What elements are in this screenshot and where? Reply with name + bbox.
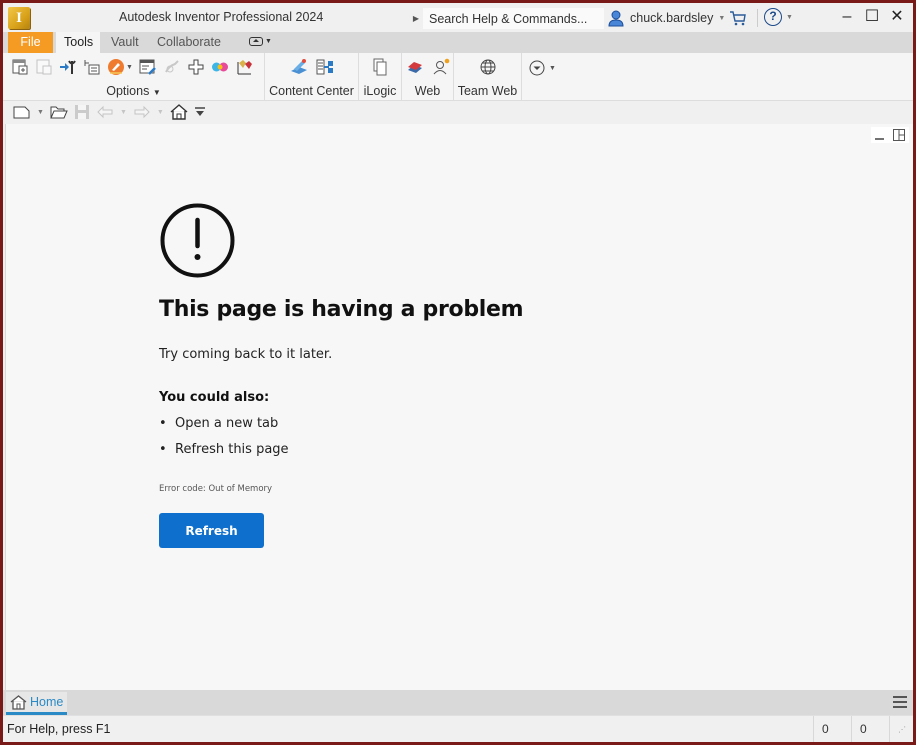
refresh-button[interactable]: Refresh (159, 513, 264, 548)
migrate-settings-icon[interactable] (59, 58, 77, 76)
status-count-2: 0 (851, 716, 889, 742)
application-options-icon[interactable] (11, 58, 29, 76)
macros-icon[interactable] (139, 58, 157, 76)
web-user-icon[interactable] (432, 58, 450, 76)
status-count-1: 0 (813, 716, 851, 742)
help-search: ▶ (409, 8, 604, 29)
circle-chevron-down-icon (529, 60, 545, 76)
content-center-label[interactable]: Content Center (265, 84, 358, 98)
minimize-panel-icon (249, 37, 263, 46)
error-exclamation-icon (160, 203, 235, 278)
customize-icon[interactable] (83, 58, 101, 76)
ilogic-label[interactable]: iLogic (359, 84, 401, 98)
new-icon[interactable] (13, 104, 31, 120)
list-item: • Open a new tab (159, 416, 279, 431)
user-name: chuck.bardsley (630, 11, 714, 25)
color-scheme-icon[interactable] (107, 58, 125, 76)
document-tab-bar: Home (3, 690, 913, 715)
ribbon-group-content-center: Content Center (265, 53, 359, 101)
tab-collaborate[interactable]: Collaborate (149, 32, 229, 53)
chevron-down-icon: ▼ (786, 13, 793, 21)
tab-file[interactable]: File (8, 32, 53, 53)
chevron-down-icon[interactable]: ▼ (120, 109, 127, 116)
search-input[interactable] (423, 8, 604, 29)
ribbon-more-menu[interactable]: ▼ (528, 59, 556, 77)
separator (757, 9, 758, 27)
minimize-button[interactable]: – (835, 6, 859, 28)
materials-icon[interactable] (235, 58, 253, 76)
redo-icon[interactable] (133, 104, 151, 120)
help-menu[interactable]: ? ▼ (764, 8, 793, 26)
open-folder-icon[interactable] (50, 104, 68, 120)
split-view-icon[interactable] (893, 129, 905, 141)
help-icon: ? (764, 8, 782, 26)
expand-arrow-icon[interactable]: ▶ (409, 14, 423, 23)
error-code: Error code: Out of Memory (159, 484, 273, 494)
title-bar: I Autodesk Inventor Professional 2024 ▶ … (3, 3, 913, 32)
undo-icon[interactable] (96, 104, 114, 120)
home-icon (10, 694, 27, 710)
chevron-down-icon: ▼ (549, 64, 556, 72)
document-controls (871, 127, 909, 143)
content-center-editor-icon[interactable] (316, 58, 334, 76)
error-subtitle: Try coming back to it later. (159, 347, 333, 362)
globe-icon[interactable] (479, 58, 497, 76)
suggestions-heading: You could also: (159, 390, 270, 405)
ilogic-icon[interactable] (371, 58, 389, 76)
cart-icon[interactable] (729, 9, 747, 27)
error-title: This page is having a problem (159, 297, 524, 322)
options-group-label[interactable]: Options ▼ (3, 84, 264, 98)
ribbon-group-team-web: Team Web (454, 53, 522, 101)
content-center-icon[interactable] (290, 58, 308, 76)
user-menu[interactable]: chuck.bardsley ▼ (607, 8, 725, 28)
resize-grip-icon[interactable]: ⋰ (889, 716, 913, 742)
web-label[interactable]: Web (402, 84, 453, 98)
web-books-icon[interactable] (406, 58, 424, 76)
list-item: • Refresh this page (159, 442, 289, 457)
ribbon: ▼ Options ▼ Content Center iLogic Web Te… (3, 53, 913, 101)
inventor-logo-icon[interactable]: I (8, 7, 30, 29)
window-title: Autodesk Inventor Professional 2024 (119, 10, 324, 24)
close-button[interactable]: ✕ (885, 6, 909, 28)
maximize-button[interactable]: ☐ (860, 6, 884, 28)
customize-toolbar-icon[interactable] (194, 106, 206, 118)
chevron-down-icon: ▼ (718, 14, 726, 22)
ribbon-group-web: Web (402, 53, 454, 101)
add-ins-icon[interactable] (163, 58, 181, 76)
ribbon-tabs: File Tools Vault Collaborate ▼ (3, 32, 913, 53)
document-settings-icon[interactable] (35, 58, 53, 76)
user-icon (608, 10, 624, 27)
home-page-content: This page is having a problem Try coming… (5, 124, 913, 690)
quick-access-toolbar: ▼ ▼ ▼ (3, 101, 913, 123)
chevron-down-icon[interactable]: ▼ (157, 109, 164, 116)
chevron-down-icon[interactable]: ▼ (126, 64, 133, 71)
infinity-icon[interactable] (211, 58, 229, 76)
save-icon[interactable] (74, 104, 90, 120)
chevron-down-icon[interactable]: ▼ (37, 109, 44, 116)
ribbon-group-options: ▼ Options ▼ (3, 53, 265, 101)
suggestions-list: • Open a new tab • Refresh this page (159, 416, 289, 468)
tab-home[interactable]: Home (6, 692, 68, 715)
panel-display-toggle[interactable]: ▼ (249, 37, 272, 46)
app-window: I Autodesk Inventor Professional 2024 ▶ … (3, 3, 913, 742)
ribbon-group-ilogic: iLogic (359, 53, 402, 101)
status-help-text: For Help, press F1 (7, 722, 111, 736)
hamburger-menu-icon[interactable] (893, 696, 907, 711)
home-icon[interactable] (170, 104, 188, 120)
tab-vault[interactable]: Vault (103, 32, 147, 53)
team-web-label[interactable]: Team Web (454, 84, 521, 98)
minimize-panel-icon[interactable] (875, 130, 885, 140)
status-bar: For Help, press F1 0 0 ⋰ (3, 715, 913, 742)
add-icon[interactable] (187, 58, 205, 76)
tab-tools[interactable]: Tools (56, 32, 100, 53)
chevron-down-icon: ▼ (265, 38, 272, 45)
